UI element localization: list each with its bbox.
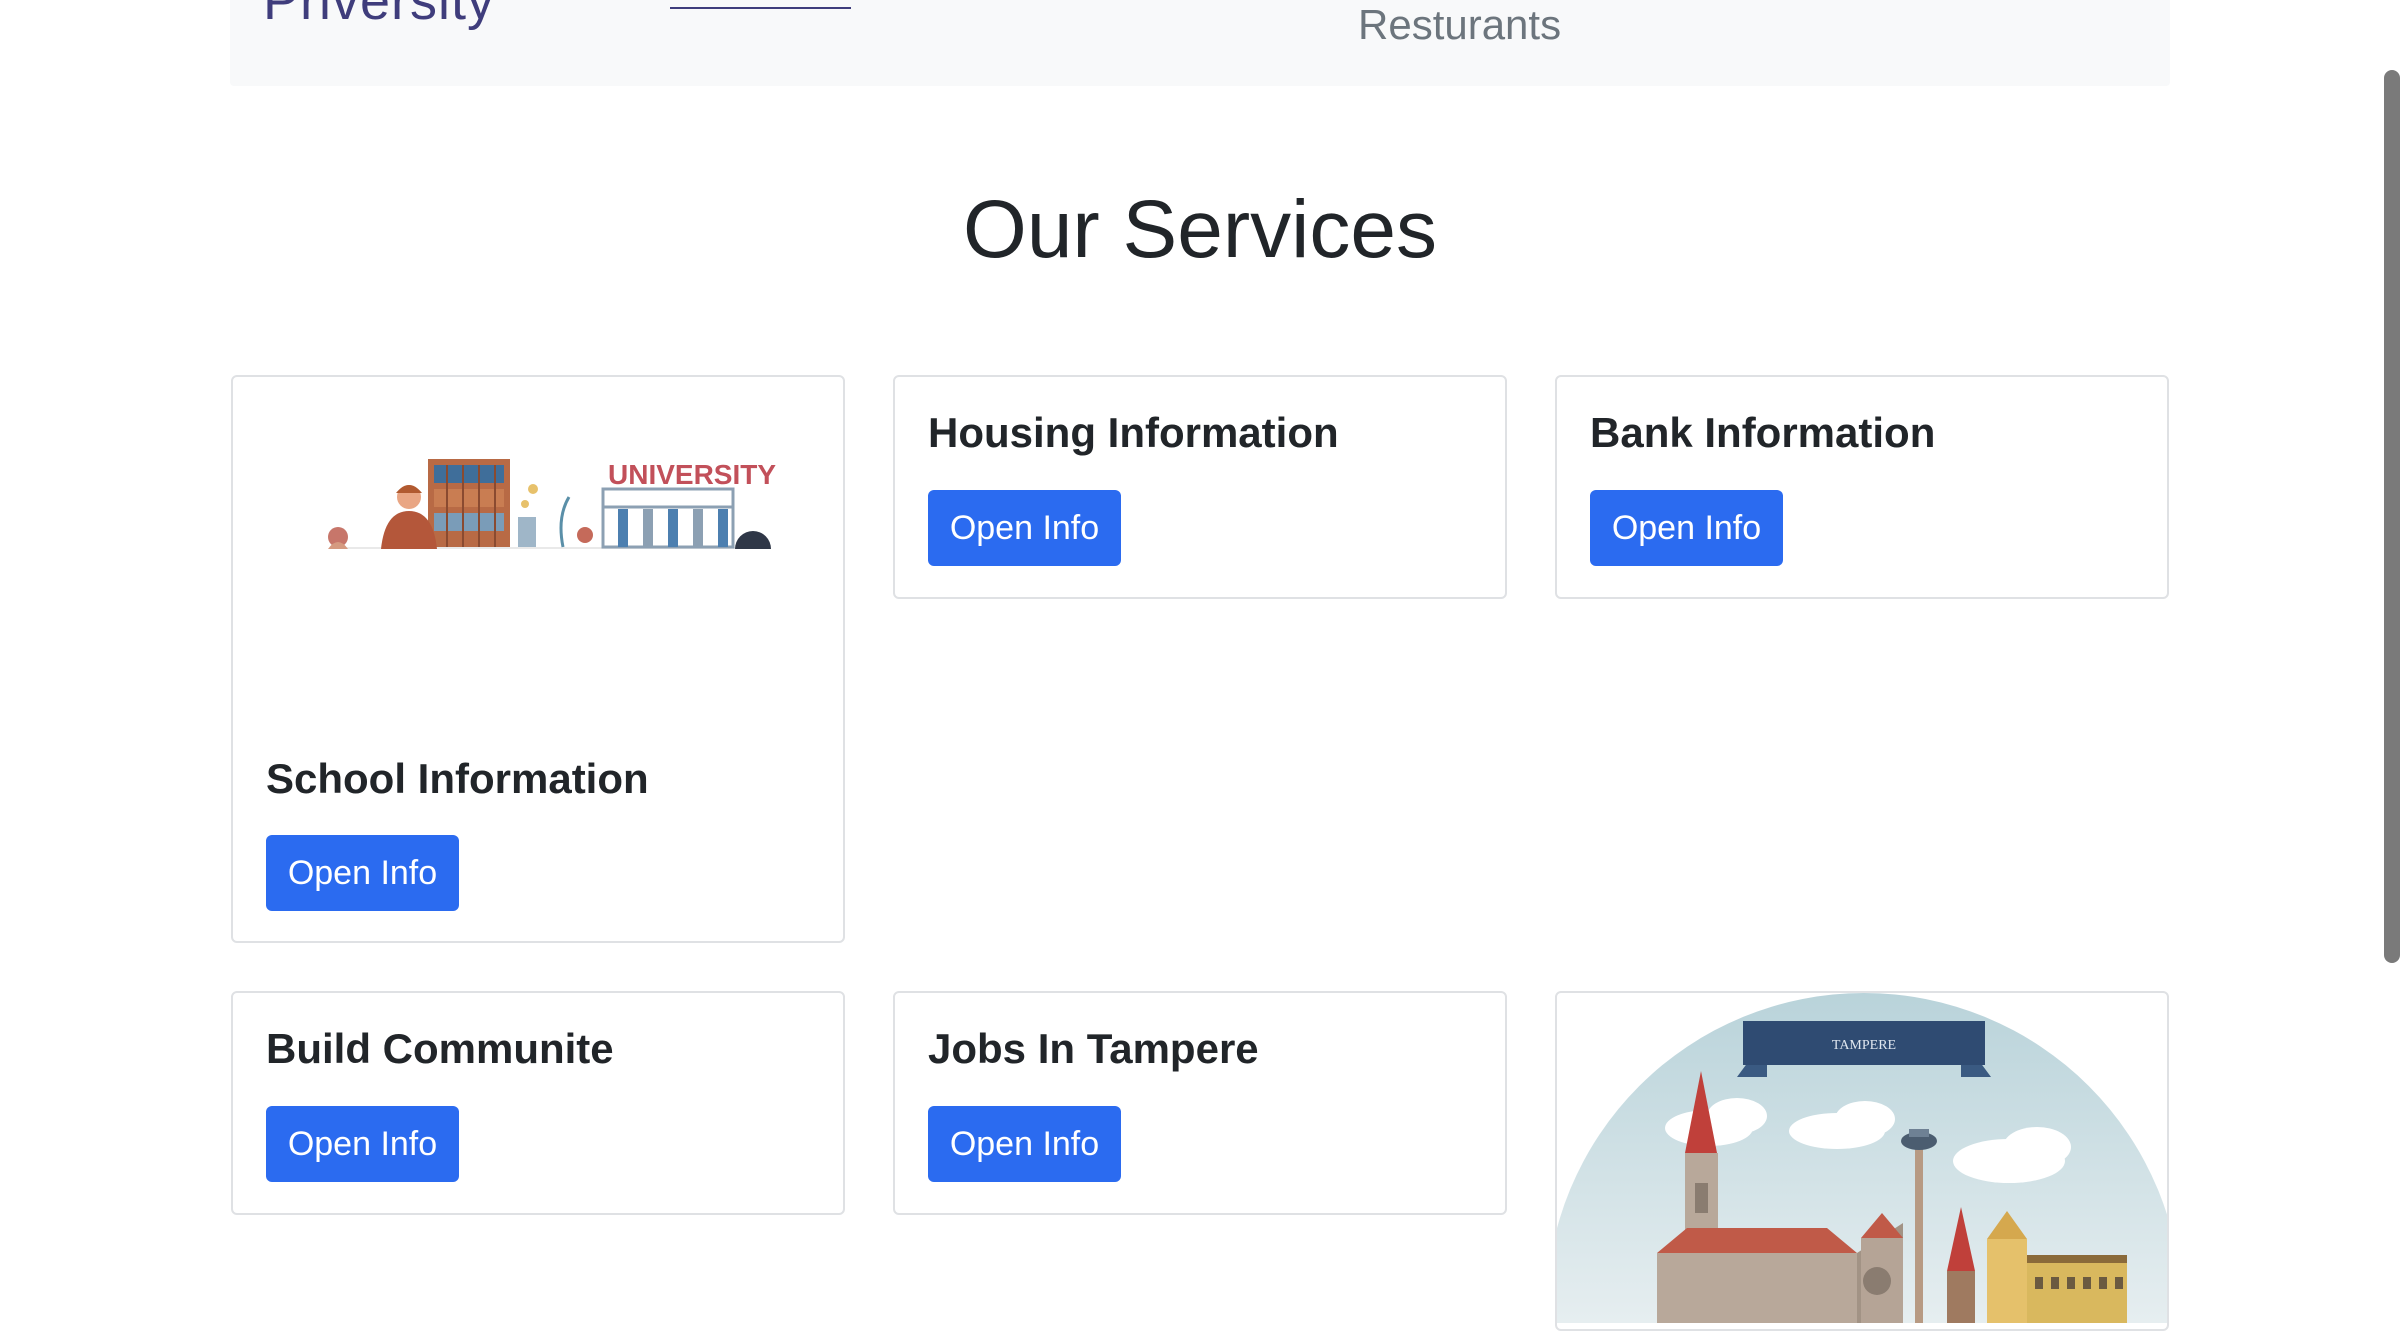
card-housing-information: Housing Information Open Info [893,375,1507,599]
page-title: Our Services [963,184,1437,275]
tampere-city-illustration-icon: TAMPERE [1557,993,2167,1323]
card-title: Build Communite [266,1025,614,1072]
university-illustration-icon: UNIVERSITY [328,459,776,577]
card-tampere-image: TAMPERE [1555,991,2169,1331]
card-school-information: UNIVERSITY School Information Open Info [231,375,845,943]
open-info-button[interactable]: Open Info [266,835,459,911]
brand-logo-text[interactable]: Priversity [263,0,495,32]
nav-link-resturants[interactable]: Resturants [1358,1,1561,49]
card-jobs-in-tampere: Jobs In Tampere Open Info [893,991,1507,1215]
open-info-button[interactable]: Open Info [928,490,1121,566]
card-title: Bank Information [1590,409,1936,456]
open-info-button[interactable]: Open Info [1590,490,1783,566]
card-bank-information: Bank Information Open Info [1555,375,2169,599]
card-build-communite: Build Communite Open Info [231,991,845,1215]
card-title: Jobs In Tampere [928,1025,1259,1072]
open-info-button[interactable]: Open Info [266,1106,459,1182]
open-info-button[interactable]: Open Info [928,1106,1121,1182]
active-nav-underline [670,7,851,9]
tampere-caption: TAMPERE [1832,1038,1896,1053]
card-title: Housing Information [928,409,1339,456]
university-caption: UNIVERSITY [608,459,776,490]
top-navbar: Priversity Resturants [230,0,2170,86]
card-title: School Information [266,755,649,802]
page-scrollbar[interactable] [2384,70,2400,963]
